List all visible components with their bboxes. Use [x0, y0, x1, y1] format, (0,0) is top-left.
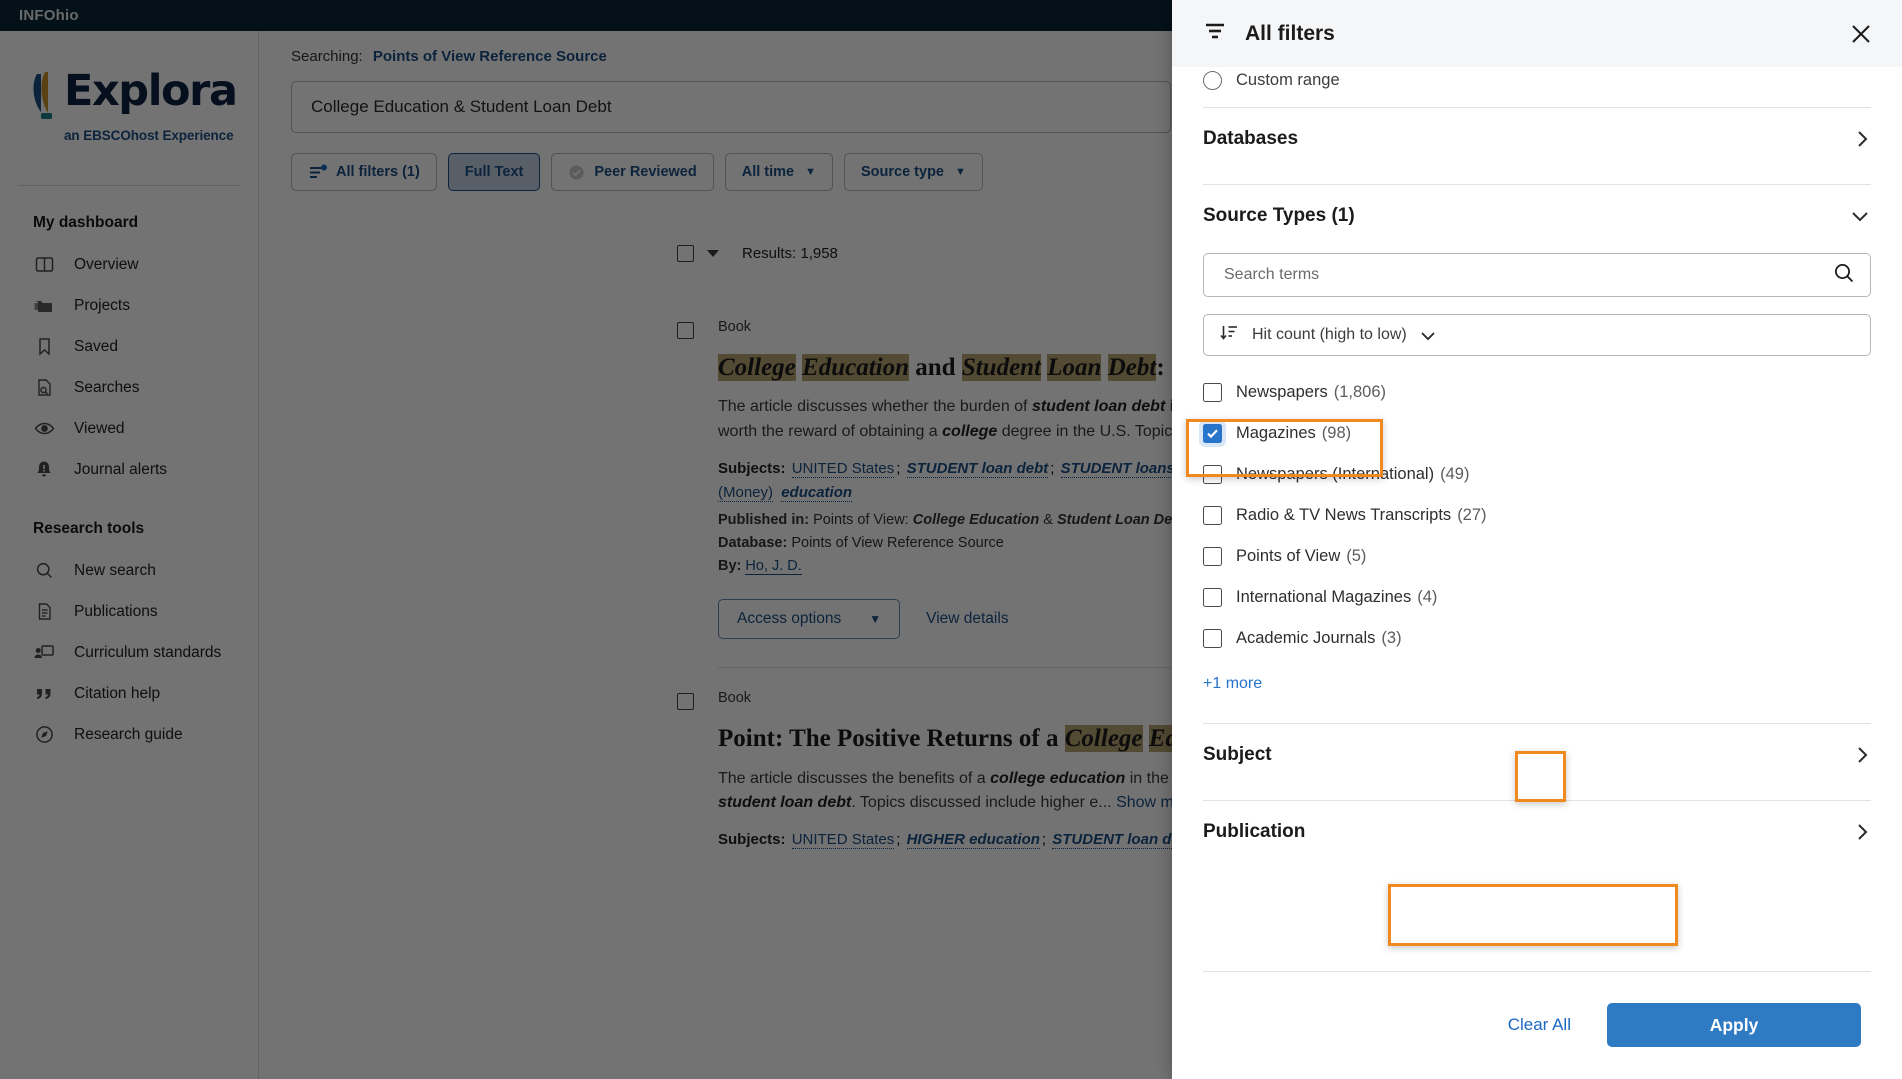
source-type-option-academic-journals[interactable]: Academic Journals (3)	[1203, 618, 1871, 659]
option-count: (4)	[1417, 588, 1438, 606]
option-label: Newspapers	[1236, 383, 1328, 401]
modal-dim-overlay[interactable]	[0, 0, 1172, 1079]
page-title: All filters	[1245, 21, 1335, 45]
chevron-right-icon	[1855, 821, 1871, 843]
source-type-option-newspapers-international[interactable]: Newspapers (International) (49)	[1203, 454, 1871, 495]
option-label: Points of View	[1236, 547, 1341, 565]
chevron-right-icon	[1855, 744, 1871, 766]
option-label: Radio & TV News Transcripts	[1236, 506, 1452, 524]
option-count: (98)	[1321, 424, 1352, 442]
filter-icon	[1203, 20, 1229, 47]
option-count: (27)	[1457, 506, 1487, 524]
sort-descending-icon	[1220, 323, 1239, 347]
search-icon[interactable]	[1832, 261, 1856, 290]
radio-icon	[1203, 70, 1222, 90]
section-source-types[interactable]: Source Types (1)	[1172, 185, 1902, 247]
checkbox-checked-icon	[1203, 424, 1222, 443]
source-type-search-field[interactable]	[1203, 253, 1871, 297]
option-label: Magazines	[1236, 424, 1316, 442]
custom-range-radio-row[interactable]: Custom range	[1203, 67, 1871, 93]
source-type-option-points-of-view[interactable]: Points of View (5)	[1203, 536, 1871, 577]
clear-all-button[interactable]: Clear All	[1508, 1015, 1571, 1035]
section-label: Subject	[1203, 744, 1272, 765]
chevron-right-icon	[1855, 128, 1871, 150]
option-count: (1,806)	[1333, 383, 1386, 401]
checkbox-icon	[1203, 629, 1222, 648]
source-type-option-radio-tv-news-transcripts[interactable]: Radio & TV News Transcripts (27)	[1203, 495, 1871, 536]
source-type-option-newspapers[interactable]: Newspapers (1,806)	[1203, 372, 1871, 413]
filter-panel-body[interactable]: Custom range Databases Source Types (1)	[1172, 67, 1902, 1079]
filter-panel-header: All filters	[1172, 0, 1902, 67]
source-type-option-magazines[interactable]: Magazines (98)	[1203, 413, 1871, 454]
footer-divider	[1203, 971, 1871, 972]
custom-range-label: Custom range	[1236, 70, 1340, 89]
search-input[interactable]	[1222, 265, 1832, 285]
option-label: Academic Journals	[1236, 629, 1376, 647]
section-publication[interactable]: Publication	[1172, 801, 1902, 863]
filter-panel-footer: Clear All Apply	[1172, 971, 1902, 1079]
section-subject[interactable]: Subject	[1172, 724, 1902, 786]
checkbox-icon	[1203, 547, 1222, 566]
all-filters-panel: All filters Custom range Databases Sourc…	[1172, 0, 1902, 1079]
sort-dropdown[interactable]: Hit count (high to low)	[1203, 314, 1871, 356]
checkbox-icon	[1203, 465, 1222, 484]
close-icon[interactable]	[1846, 19, 1876, 49]
section-databases[interactable]: Databases	[1172, 108, 1902, 170]
checkbox-icon	[1203, 588, 1222, 607]
section-label: Publication	[1203, 821, 1306, 842]
option-count: (3)	[1381, 629, 1402, 647]
show-more-source-types-link[interactable]: +1 more	[1203, 675, 1902, 693]
highlight-ring-apply	[1388, 884, 1678, 946]
section-label: Source Types (1)	[1203, 205, 1355, 226]
checkbox-icon	[1203, 506, 1222, 525]
section-label: Databases	[1203, 128, 1299, 149]
sort-label: Hit count (high to low)	[1252, 326, 1407, 343]
option-label: Newspapers (International)	[1236, 465, 1435, 483]
checkbox-icon	[1203, 383, 1222, 402]
chevron-down-icon	[1849, 208, 1871, 224]
option-count: (5)	[1346, 547, 1367, 565]
option-count: (49)	[1440, 465, 1470, 483]
option-label: International Magazines	[1236, 588, 1412, 606]
source-type-option-international-magazines[interactable]: International Magazines (4)	[1203, 577, 1871, 618]
apply-button[interactable]: Apply	[1607, 1003, 1861, 1047]
chevron-down-icon	[1419, 329, 1437, 342]
